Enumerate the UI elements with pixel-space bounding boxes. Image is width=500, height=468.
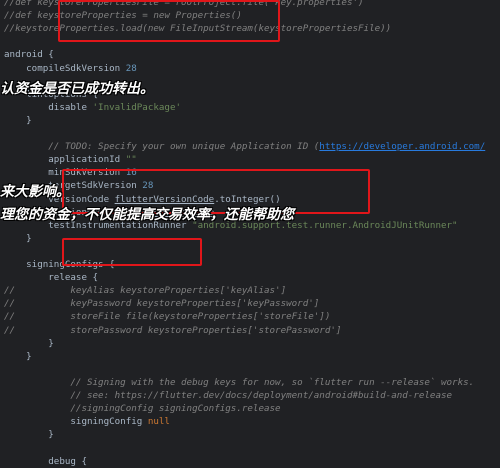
- code-token: // keyAlias keystoreProperties['keyAlias…: [4, 285, 287, 297]
- code-token: release {: [4, 272, 99, 284]
- code-token: 16: [125, 167, 137, 179]
- code-token: 28: [125, 62, 137, 74]
- code-token: // storeFile file(keystoreProperties['st…: [4, 311, 331, 323]
- code-token: compileSdkVersion: [4, 62, 126, 74]
- code-line[interactable]: // keyAlias keystoreProperties['keyAlias…: [4, 284, 286, 297]
- code-line[interactable]: applicationId "": [4, 153, 137, 166]
- code-line[interactable]: signingConfig null: [4, 415, 170, 428]
- code-line[interactable]: }: [4, 114, 32, 127]
- code-token: }: [4, 350, 32, 362]
- code-token: }: [4, 429, 54, 441]
- code-token: minSdkVersion: [4, 167, 126, 179]
- code-token: //def keystoreProperties = new Propertie…: [4, 10, 242, 22]
- code-token: applicationId: [4, 154, 126, 166]
- code-token: android {: [4, 49, 54, 61]
- code-token: signingConfigs {: [4, 259, 115, 270]
- code-token: //def keystorePropertiesFile = rootProje…: [4, 0, 364, 8]
- code-editor[interactable]: //def keystorePropertiesFile = rootProje…: [0, 0, 500, 467]
- code-line[interactable]: compileSdkVersion 28: [4, 62, 137, 75]
- overlay-text-line-1: 认资金是否已成功转出。: [0, 81, 154, 97]
- code-token: https://developer.android.com/: [319, 141, 486, 153]
- code-line[interactable]: //def keystoreProperties = new Propertie…: [4, 9, 242, 22]
- code-line[interactable]: }: [4, 337, 54, 350]
- code-token: null: [147, 416, 170, 428]
- code-token: // storePassword keystoreProperties['sto…: [4, 324, 342, 336]
- code-line[interactable]: release {: [4, 271, 98, 284]
- code-line[interactable]: // storePassword keystoreProperties['sto…: [4, 324, 341, 337]
- code-token: // see: https://flutter.dev/docs/deploym…: [4, 390, 453, 401]
- code-line[interactable]: //keystoreProperties.load(new FileInputS…: [4, 22, 391, 35]
- overlay-text-line-3: 理您的资金，不仅能提高交易效率，还能帮助您: [0, 207, 294, 223]
- code-line[interactable]: // storeFile file(keystoreProperties['st…: [4, 310, 330, 323]
- code-token: disable: [4, 101, 93, 113]
- code-line[interactable]: // Signing with the debug keys for now, …: [4, 376, 474, 389]
- code-token: flutterVersionCode: [114, 193, 215, 205]
- code-token: }: [4, 337, 54, 349]
- code-line[interactable]: signingConfigs {: [4, 258, 115, 271]
- code-token: 'InvalidPackage': [92, 101, 182, 113]
- code-token: 28: [142, 180, 154, 192]
- code-token: }: [4, 114, 32, 126]
- code-line[interactable]: }: [4, 232, 32, 245]
- code-token: "": [125, 154, 137, 166]
- code-token: // TODO: Specify your own unique Applica…: [4, 141, 320, 153]
- code-line[interactable]: disable 'InvalidPackage': [4, 101, 181, 114]
- code-line[interactable]: android {: [4, 48, 54, 61]
- code-token: }: [4, 232, 32, 244]
- code-line[interactable]: // keyPassword keystoreProperties['keyPa…: [4, 297, 319, 310]
- code-line[interactable]: //def keystorePropertiesFile = rootProje…: [4, 0, 364, 9]
- code-line[interactable]: debug {: [4, 455, 87, 468]
- code-line[interactable]: //signingConfig signingConfigs.release: [4, 402, 281, 415]
- code-token: // Signing with the debug keys for now, …: [4, 376, 475, 388]
- code-token: //keystoreProperties.load(new FileInputS…: [4, 23, 392, 35]
- code-token: debug {: [4, 455, 87, 467]
- code-line[interactable]: // TODO: Specify your own unique Applica…: [4, 140, 485, 153]
- code-line[interactable]: }: [4, 350, 32, 363]
- code-token: signingConfig: [4, 416, 148, 428]
- code-line[interactable]: // see: https://flutter.dev/docs/deploym…: [4, 389, 452, 402]
- code-token: //signingConfig signingConfigs.release: [4, 403, 281, 415]
- code-line[interactable]: }: [4, 428, 54, 441]
- code-token: .toInteger(): [214, 193, 281, 205]
- code-line[interactable]: minSdkVersion 16: [4, 166, 137, 179]
- overlay-text-line-2: 来大影响。: [0, 184, 70, 200]
